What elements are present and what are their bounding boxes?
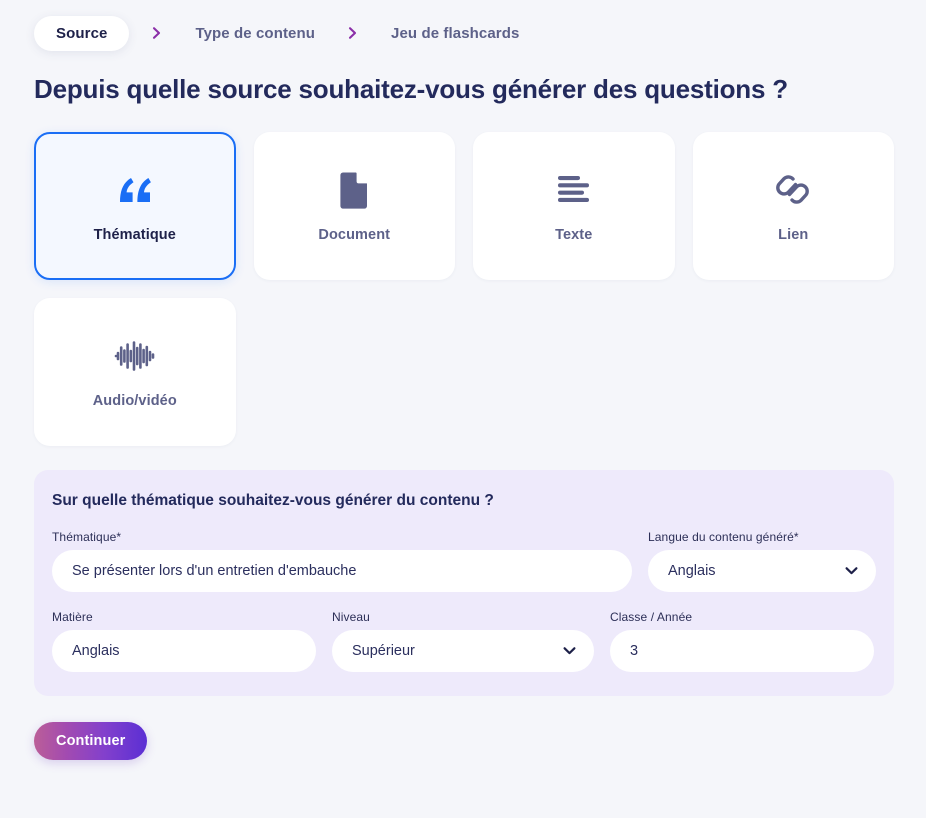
- matiere-input-wrapper[interactable]: Anglais: [52, 630, 316, 672]
- text-lines-icon: [551, 169, 597, 211]
- source-card-label: Lien: [778, 227, 809, 243]
- actions-bar: Continuer: [34, 722, 926, 760]
- field-label: Thématique*: [52, 530, 122, 544]
- thematique-input-value: Se présenter lors d'un entretien d'embau…: [72, 563, 357, 579]
- chevron-right-icon: [325, 25, 381, 41]
- continue-button[interactable]: Continuer: [34, 722, 148, 760]
- field-langue: Langue du contenu généré* Anglais: [648, 530, 876, 592]
- breadcrumb: Source Type de contenu Jeu de flashcards: [0, 0, 926, 52]
- field-thematique: Thématique* Se présenter lors d'un entre…: [52, 530, 632, 592]
- source-card-texte[interactable]: Texte: [473, 132, 675, 280]
- field-label: Matière: [52, 610, 93, 624]
- field-matiere: Matière Anglais: [52, 610, 316, 672]
- chevron-right-icon: [129, 25, 185, 41]
- source-card-label: Audio/vidéo: [92, 393, 177, 409]
- link-icon: [770, 169, 816, 211]
- source-card-label: Document: [318, 227, 391, 243]
- source-card-grid: Thématique Document Texte Lien Audio/vid…: [34, 132, 894, 446]
- page-title: Depuis quelle source souhaitez-vous géné…: [34, 74, 788, 104]
- breadcrumb-step-label: Jeu de flashcards: [391, 24, 520, 42]
- breadcrumb-step-jeu-de-flashcards[interactable]: Jeu de flashcards: [381, 25, 529, 42]
- field-label: Niveau: [332, 610, 370, 624]
- classe-input-wrapper[interactable]: 3: [610, 630, 874, 672]
- thematique-input-wrapper[interactable]: Se présenter lors d'un entretien d'embau…: [52, 550, 632, 592]
- document-icon: [331, 169, 377, 211]
- chevron-down-icon: [563, 647, 576, 656]
- quote-icon: [112, 169, 158, 211]
- breadcrumb-step-source[interactable]: Source: [34, 15, 130, 51]
- source-card-label: Texte: [555, 227, 593, 243]
- langue-select[interactable]: Anglais: [648, 550, 876, 592]
- form-row-1: Thématique* Se présenter lors d'un entre…: [52, 530, 876, 592]
- field-niveau: Niveau Supérieur: [332, 610, 594, 672]
- waveform-icon: [112, 335, 158, 377]
- breadcrumb-step-label: Source: [56, 24, 108, 42]
- source-step-page: Source Type de contenu Jeu de flashcards…: [0, 0, 926, 818]
- classe-input-value: 3: [630, 643, 639, 659]
- field-classe-annee: Classe / Année 3: [610, 610, 874, 672]
- field-label: Langue du contenu généré*: [648, 530, 799, 544]
- source-card-audio-video[interactable]: Audio/vidéo: [34, 298, 236, 446]
- niveau-select-value: Supérieur: [352, 643, 415, 659]
- source-card-label: Thématique: [93, 227, 176, 243]
- niveau-select[interactable]: Supérieur: [332, 630, 594, 672]
- source-card-document[interactable]: Document: [253, 132, 455, 280]
- source-card-thematique[interactable]: Thématique: [34, 132, 236, 280]
- langue-select-value: Anglais: [668, 563, 716, 579]
- field-label: Classe / Année: [610, 610, 693, 624]
- matiere-input-value: Anglais: [72, 643, 120, 659]
- chevron-down-icon: [845, 567, 858, 576]
- source-card-lien[interactable]: Lien: [692, 132, 894, 280]
- breadcrumb-step-type-de-contenu[interactable]: Type de contenu: [185, 25, 325, 42]
- breadcrumb-step-label: Type de contenu: [195, 24, 316, 42]
- form-row-2: Matière Anglais Niveau Supérieur Classe …: [52, 610, 876, 672]
- thematique-form-panel: Sur quelle thématique souhaitez-vous gén…: [34, 470, 894, 696]
- form-panel-title: Sur quelle thématique souhaitez-vous gén…: [52, 492, 494, 509]
